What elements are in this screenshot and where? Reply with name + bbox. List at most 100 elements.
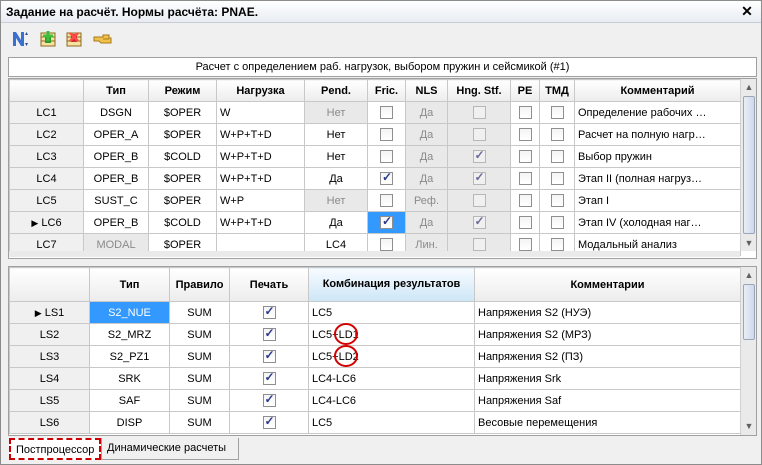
table-row[interactable]: LS5 SAFSUM LC4-LC6Напряжения Saf <box>9 389 741 412</box>
checkbox[interactable] <box>380 128 393 141</box>
cell-hng-stf[interactable] <box>447 101 511 124</box>
checkbox[interactable] <box>262 326 276 341</box>
cell-combination[interactable]: LC5 <box>308 411 475 434</box>
scroll-up-icon[interactable]: ▲ <box>741 79 756 95</box>
cell-type[interactable]: OPER_B <box>83 145 149 168</box>
row-header[interactable]: LS6 <box>9 411 90 434</box>
checkbox[interactable] <box>550 216 564 229</box>
scroll-thumb[interactable] <box>743 96 755 234</box>
cell-print[interactable] <box>229 301 309 324</box>
cell-load[interactable]: W+P+T+D <box>216 145 305 168</box>
cell-comment[interactable]: Напряжения S2 (МРЗ) <box>474 323 741 346</box>
cell-print[interactable] <box>229 323 309 346</box>
cell-rule[interactable]: SUM <box>169 345 230 368</box>
delete-row-icon[interactable] <box>63 28 85 50</box>
close-icon[interactable]: ✕ <box>739 3 755 20</box>
cell-type[interactable]: OPER_B <box>83 211 149 234</box>
checkbox[interactable] <box>380 150 393 163</box>
pointer-icon[interactable] <box>91 28 113 50</box>
cell-pe[interactable] <box>510 123 540 146</box>
row-header[interactable]: LC3 <box>9 145 84 168</box>
cell-pend[interactable]: Да <box>304 211 368 234</box>
cell-mode[interactable]: $OPER <box>148 167 217 190</box>
cell-nls[interactable]: Да <box>405 211 448 234</box>
checkbox[interactable] <box>472 170 486 185</box>
checkbox[interactable] <box>550 238 564 251</box>
cell-pend[interactable]: Нет <box>304 101 368 124</box>
cell-type[interactable]: OPER_A <box>83 123 149 146</box>
column-header-pe[interactable]: PE <box>510 79 540 102</box>
checkbox[interactable] <box>262 370 276 385</box>
cell-print[interactable] <box>229 411 309 434</box>
cell-nls[interactable]: Реф. <box>405 189 448 212</box>
cell-combination[interactable]: LC5 <box>308 301 475 324</box>
cell-type[interactable]: SAF <box>89 389 170 412</box>
checkbox[interactable] <box>262 414 276 429</box>
cell-print[interactable] <box>229 367 309 390</box>
column-header-pend[interactable]: Pend. <box>304 79 368 102</box>
cell-rule[interactable]: SUM <box>169 323 230 346</box>
cell-tmd[interactable] <box>539 101 575 124</box>
cell-hng-stf[interactable] <box>447 167 511 190</box>
cell-type[interactable]: OPER_B <box>83 167 149 190</box>
cell-nls[interactable]: Да <box>405 101 448 124</box>
cell-pe[interactable] <box>510 167 540 190</box>
cell-mode[interactable]: $COLD <box>148 211 217 234</box>
cell-rule[interactable]: SUM <box>169 301 230 324</box>
table-row[interactable]: LC5 SUST_C $OPER W+P Нет Реф. Этап I <box>9 189 741 212</box>
cell-hng-stf[interactable] <box>447 189 511 212</box>
cell-load[interactable]: W+P+T+D <box>216 123 305 146</box>
checkbox[interactable] <box>472 238 486 251</box>
column-header-type[interactable]: Тип <box>83 79 149 102</box>
cell-rule[interactable]: SUM <box>169 367 230 390</box>
column-header-tmd[interactable]: ТМД <box>539 79 575 102</box>
checkbox[interactable] <box>550 106 564 119</box>
checkbox[interactable] <box>262 348 276 363</box>
table-row[interactable]: LS6 DISPSUM LC5Весовые перемещения <box>9 411 741 434</box>
cell-combination[interactable]: LC4-LC6 <box>308 389 475 412</box>
column-header-mode[interactable]: Режим <box>148 79 217 102</box>
cell-tmd[interactable] <box>539 145 575 168</box>
checkbox[interactable] <box>518 128 532 141</box>
cell-fric[interactable] <box>367 145 406 168</box>
checkbox[interactable] <box>380 106 393 119</box>
combinations-scrollbar[interactable]: ▲ ▼ <box>740 267 756 435</box>
cell-tmd[interactable] <box>539 189 575 212</box>
row-header[interactable]: ▶ LS1 <box>9 301 90 324</box>
scroll-down-icon[interactable]: ▼ <box>741 235 756 251</box>
cell-rule[interactable]: SUM <box>169 411 230 434</box>
cell-fric[interactable] <box>367 123 406 146</box>
column-header-load[interactable]: Нагрузка <box>216 79 305 102</box>
scroll-down-icon[interactable]: ▼ <box>741 418 756 434</box>
cell-type[interactable]: S2_NUE <box>89 301 170 324</box>
row-header[interactable]: LS2 <box>9 323 90 346</box>
cell-comment[interactable]: Этап IV (холодная наг… <box>574 211 741 234</box>
checkbox[interactable] <box>550 150 564 163</box>
checkbox[interactable] <box>518 172 532 185</box>
column-header-comment[interactable]: Комментарий <box>574 79 741 102</box>
cell-type[interactable]: S2_MRZ <box>89 323 170 346</box>
row-header[interactable]: LC1 <box>9 101 84 124</box>
cell-comment[interactable]: Весовые перемещения <box>474 411 741 434</box>
cell-comment[interactable]: Расчет на полную нагр… <box>574 123 741 146</box>
cell-mode[interactable]: $OPER <box>148 189 217 212</box>
cell-nls[interactable]: Да <box>405 167 448 190</box>
column-header-type[interactable]: Тип <box>89 267 170 302</box>
checkbox[interactable] <box>472 106 486 119</box>
cell-fric[interactable] <box>367 167 406 190</box>
scroll-up-icon[interactable]: ▲ <box>741 267 756 283</box>
column-header-fric[interactable]: Fric. <box>367 79 406 102</box>
checkbox[interactable] <box>550 194 564 207</box>
cell-pe[interactable] <box>510 101 540 124</box>
cell-mode[interactable]: $COLD <box>148 145 217 168</box>
cell-pe[interactable] <box>510 189 540 212</box>
cell-fric[interactable] <box>367 211 406 234</box>
checkbox[interactable] <box>262 304 276 319</box>
checkbox[interactable] <box>472 128 486 141</box>
column-header-rule[interactable]: Правило <box>169 267 230 302</box>
checkbox[interactable] <box>380 194 393 207</box>
cell-combination[interactable]: LC4-LC6 <box>308 367 475 390</box>
table-row[interactable]: LC4OPER_B$OPERW+P+T+DДаДаЭтап II (полная… <box>9 167 741 190</box>
cell-pend[interactable]: Нет <box>304 123 368 146</box>
cell-tmd[interactable] <box>539 123 575 146</box>
